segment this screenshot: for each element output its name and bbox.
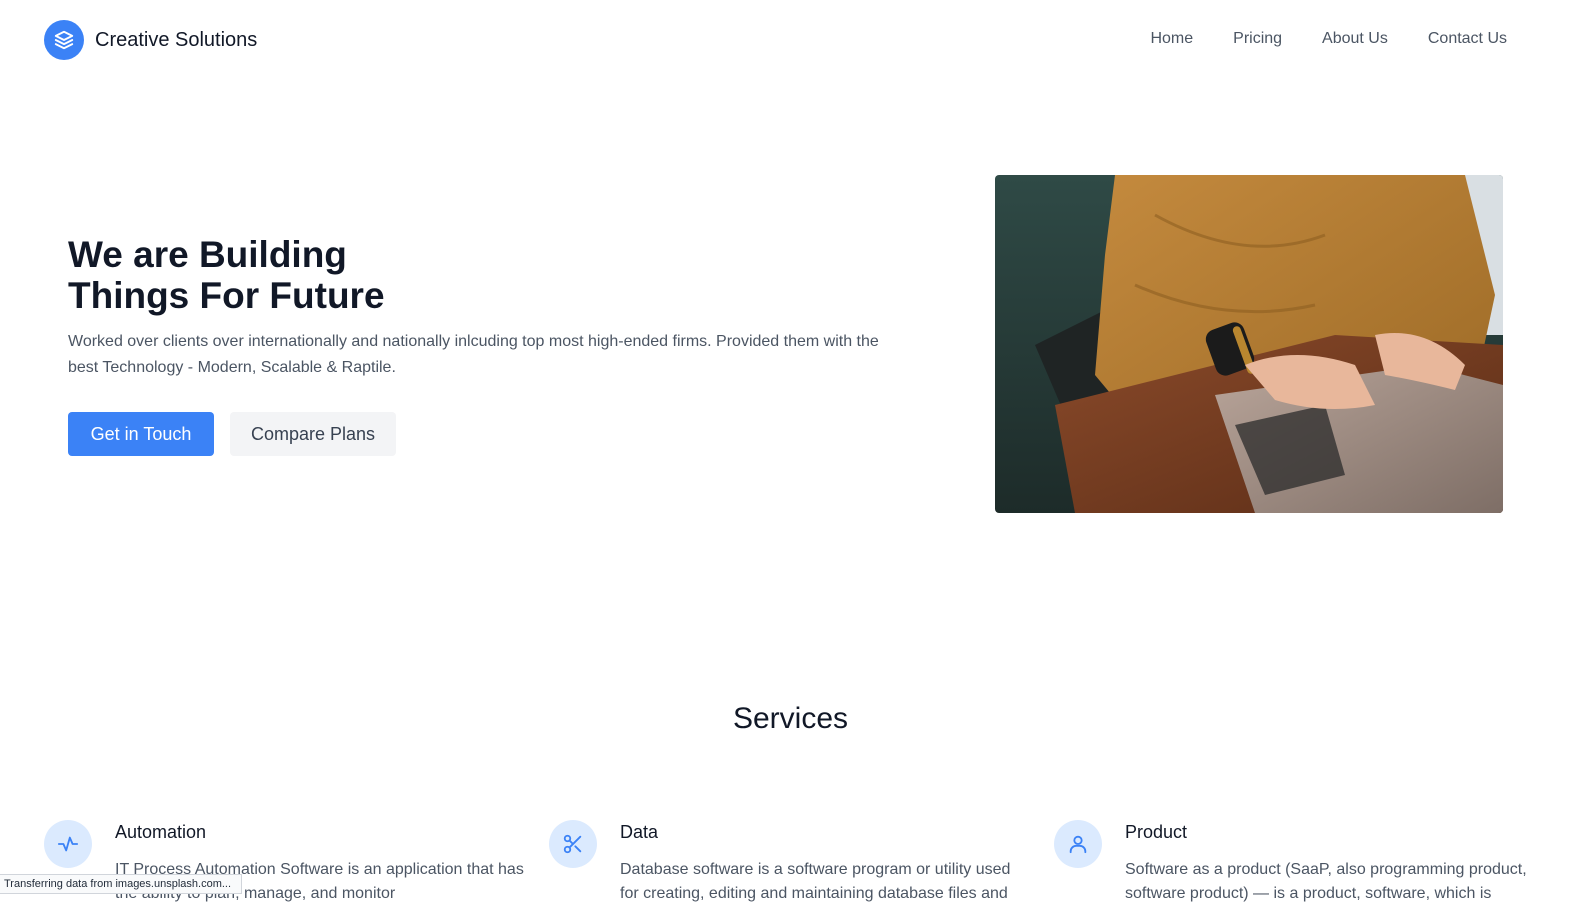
scissors-icon: [549, 820, 597, 868]
hero-image: [995, 175, 1503, 513]
get-in-touch-button[interactable]: Get in Touch: [68, 412, 214, 456]
hero-title-line-2: Things For Future: [68, 275, 385, 316]
brand-name: Creative Solutions: [95, 28, 258, 51]
service-title: Data: [620, 822, 659, 842]
brand-logo[interactable]: Creative Solutions: [44, 20, 257, 60]
service-description: Software as a product (SaaP, also progra…: [1125, 861, 1527, 902]
main-nav: Home Pricing About Us Contact Us: [1110, 30, 1507, 48]
services-title: Services: [732, 702, 849, 735]
service-description: Database software is a software program …: [620, 861, 1011, 902]
nav-about-us[interactable]: About Us: [1322, 30, 1388, 48]
nav-pricing[interactable]: Pricing: [1233, 30, 1282, 48]
service-title: Product: [1125, 822, 1188, 842]
hero-title-line-1: We are Building: [68, 234, 347, 275]
service-title: Automation: [115, 822, 207, 842]
compare-plans-button[interactable]: Compare Plans: [230, 412, 396, 456]
layers-icon: [44, 20, 84, 60]
nav-home[interactable]: Home: [1150, 30, 1193, 48]
user-icon: [1054, 820, 1102, 868]
service-card-product: Product Software as a product (SaaP, als…: [1054, 820, 1534, 902]
nav-contact-us[interactable]: Contact Us: [1428, 30, 1507, 48]
site-header: Creative Solutions Home Pricing About Us…: [0, 0, 1581, 84]
service-card-data: Data Database software is a software pro…: [549, 820, 1029, 902]
activity-icon: [44, 820, 92, 868]
hero-description: Worked over clients over internationally…: [68, 333, 879, 376]
browser-status-bar: Transferring data from images.unsplash.c…: [0, 874, 243, 894]
hero-title: We are Building Things For Future: [68, 234, 588, 316]
